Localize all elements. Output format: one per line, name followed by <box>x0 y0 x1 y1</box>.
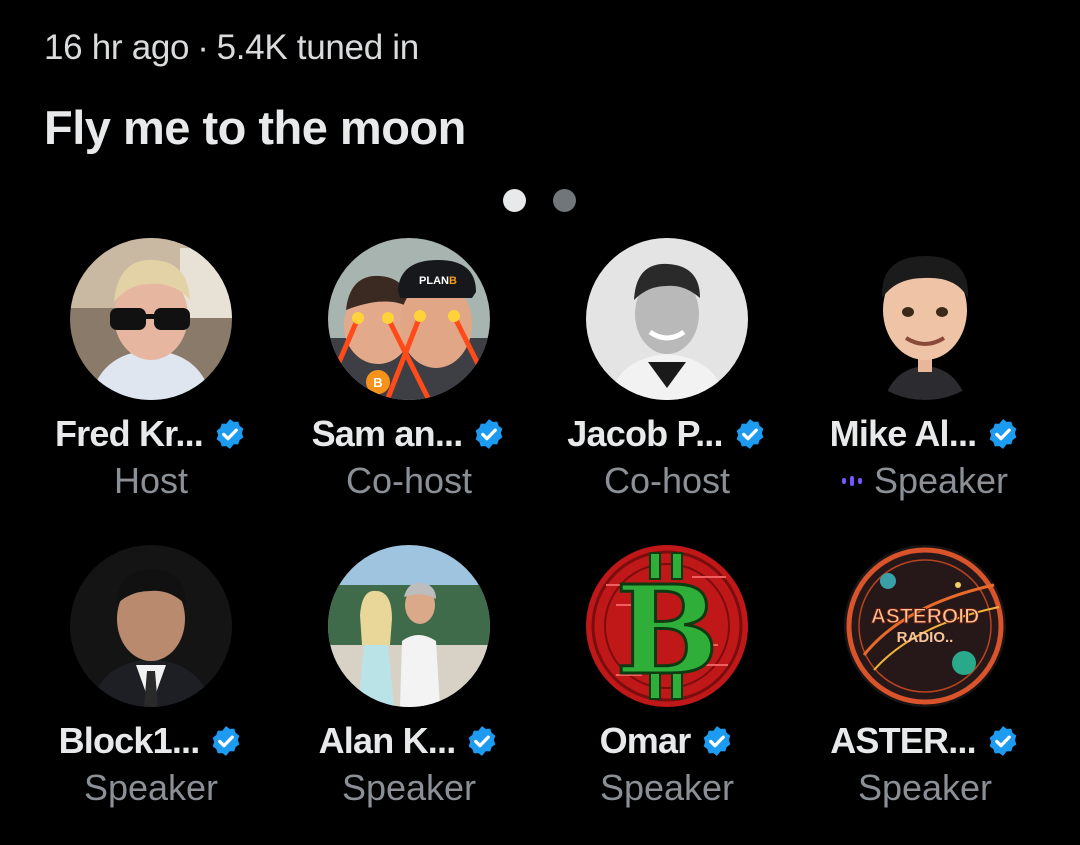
verified-badge-icon <box>736 419 764 449</box>
space-meta: 16 hr ago · 5.4K tuned in <box>44 28 419 68</box>
avatar[interactable]: ASTEROID RADIO.. <box>844 545 1006 707</box>
caricature-icon <box>844 238 1006 400</box>
participant-name: Jacob P... <box>567 413 723 454</box>
couple-photo-icon <box>328 545 490 707</box>
page-dot-2[interactable] <box>553 189 576 212</box>
avatar[interactable] <box>844 238 1006 400</box>
cartoon-laser-eyes-icon: PLANB B <box>328 238 490 400</box>
asteroid-radio-logo-icon: ASTEROID RADIO.. <box>844 545 1006 707</box>
person-photo-icon <box>586 238 748 400</box>
verified-badge-icon <box>704 726 731 756</box>
participant-name: Sam an... <box>311 413 464 454</box>
svg-text:B: B <box>373 375 382 390</box>
participant-name: ASTER... <box>830 720 976 761</box>
participant-role: Host <box>113 460 189 501</box>
avatar[interactable] <box>586 238 748 400</box>
avatar[interactable]: PLANB B <box>328 238 490 400</box>
participant-role: Co-host <box>345 460 473 501</box>
participant-role: Co-host <box>603 460 731 501</box>
svg-text:ASTEROID: ASTEROID <box>871 605 980 628</box>
participant-role: Speaker <box>841 460 1008 502</box>
participant-card[interactable]: Alan K... Speaker <box>280 545 538 845</box>
started-time: 16 hr ago <box>44 28 190 67</box>
verified-badge-icon <box>213 726 240 756</box>
verified-badge-icon <box>476 419 503 449</box>
participant-card[interactable]: B Omar Speaker <box>538 545 796 845</box>
avatar[interactable] <box>70 545 232 707</box>
participant-card[interactable]: Fred Kr... Host <box>22 238 280 545</box>
meta-separator: · <box>197 28 209 67</box>
participant-name: Fred Kr... <box>54 413 204 454</box>
verified-badge-icon <box>216 419 244 449</box>
participant-card[interactable]: Block1... Speaker <box>22 545 280 845</box>
participant-grid: Fred Kr... Host PLANB B Sam an... Co-hos… <box>0 238 1080 845</box>
svg-text:B: B <box>615 558 718 702</box>
participant-name: Mike Al... <box>829 413 978 454</box>
participant-role: Speaker <box>857 767 993 808</box>
verified-badge-icon <box>990 419 1017 449</box>
participant-name: Alan K... <box>318 720 457 761</box>
speaking-indicator-icon <box>841 474 862 488</box>
participant-card[interactable]: PLANB B Sam an... Co-host <box>280 238 538 545</box>
participant-role: Speaker <box>599 767 735 808</box>
participant-role: Speaker <box>83 767 219 808</box>
space-title: Fly me to the moon <box>44 101 466 154</box>
verified-badge-icon <box>989 726 1017 756</box>
avatar[interactable] <box>328 545 490 707</box>
bitcoin-logo-icon: B <box>586 545 748 707</box>
page-dot-1[interactable] <box>503 189 526 212</box>
participant-card[interactable]: ASTEROID RADIO.. ASTER... Speaker <box>796 545 1054 845</box>
person-photo-icon <box>70 238 232 400</box>
participant-name: Block1... <box>58 720 201 761</box>
participant-name: Omar <box>599 720 692 761</box>
participant-card[interactable]: Mike Al... Speaker <box>796 238 1054 545</box>
person-photo-icon <box>70 545 232 707</box>
participant-card[interactable]: Jacob P... Co-host <box>538 238 796 545</box>
participant-role: Speaker <box>341 767 477 808</box>
svg-text:PLANB: PLANB <box>419 275 457 287</box>
avatar[interactable]: B <box>586 545 748 707</box>
listener-count: 5.4K tuned in <box>216 28 420 67</box>
svg-text:RADIO..: RADIO.. <box>897 629 954 646</box>
verified-badge-icon <box>469 726 496 756</box>
avatar[interactable] <box>70 238 232 400</box>
page-indicator[interactable] <box>503 189 576 212</box>
